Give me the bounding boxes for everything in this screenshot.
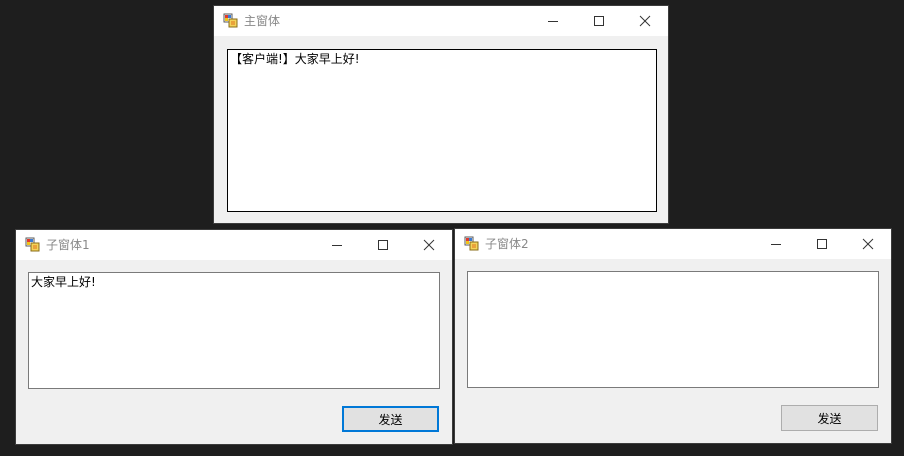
minimize-button[interactable] xyxy=(314,230,360,260)
window-title: 子窗体2 xyxy=(485,237,529,251)
minimize-icon xyxy=(548,21,558,22)
app-icon xyxy=(25,237,40,252)
message-textbox[interactable] xyxy=(467,271,879,388)
close-button[interactable] xyxy=(622,6,668,36)
child-window-1: 子窗体1 大家早上好! 发送 xyxy=(16,230,452,444)
minimize-button[interactable] xyxy=(753,229,799,259)
minimize-icon xyxy=(771,244,781,245)
maximize-icon xyxy=(594,16,604,26)
message-textbox[interactable]: 大家早上好! xyxy=(28,272,440,389)
child-window-1-titlebar[interactable]: 子窗体1 xyxy=(16,230,452,260)
maximize-icon xyxy=(817,239,827,249)
maximize-button[interactable] xyxy=(360,230,406,260)
child-window-2-titlebar[interactable]: 子窗体2 xyxy=(455,229,891,259)
send-button[interactable]: 发送 xyxy=(781,405,878,431)
main-window: 主窗体 【客户端!】大家早上好! xyxy=(214,6,668,223)
close-icon xyxy=(423,239,435,251)
maximize-icon xyxy=(378,240,388,250)
window-title: 子窗体1 xyxy=(46,238,90,252)
maximize-button[interactable] xyxy=(799,229,845,259)
app-icon xyxy=(464,236,479,251)
close-icon xyxy=(862,238,874,250)
main-window-titlebar[interactable]: 主窗体 xyxy=(214,6,668,36)
close-icon xyxy=(639,15,651,27)
close-button[interactable] xyxy=(845,229,891,259)
minimize-button[interactable] xyxy=(530,6,576,36)
message-log-textbox[interactable]: 【客户端!】大家早上好! xyxy=(227,49,657,212)
app-icon xyxy=(223,13,238,28)
maximize-button[interactable] xyxy=(576,6,622,36)
child-window-2: 子窗体2 发送 xyxy=(455,229,891,443)
minimize-icon xyxy=(332,245,342,246)
window-title: 主窗体 xyxy=(244,14,281,28)
close-button[interactable] xyxy=(406,230,452,260)
send-button[interactable]: 发送 xyxy=(342,406,439,432)
